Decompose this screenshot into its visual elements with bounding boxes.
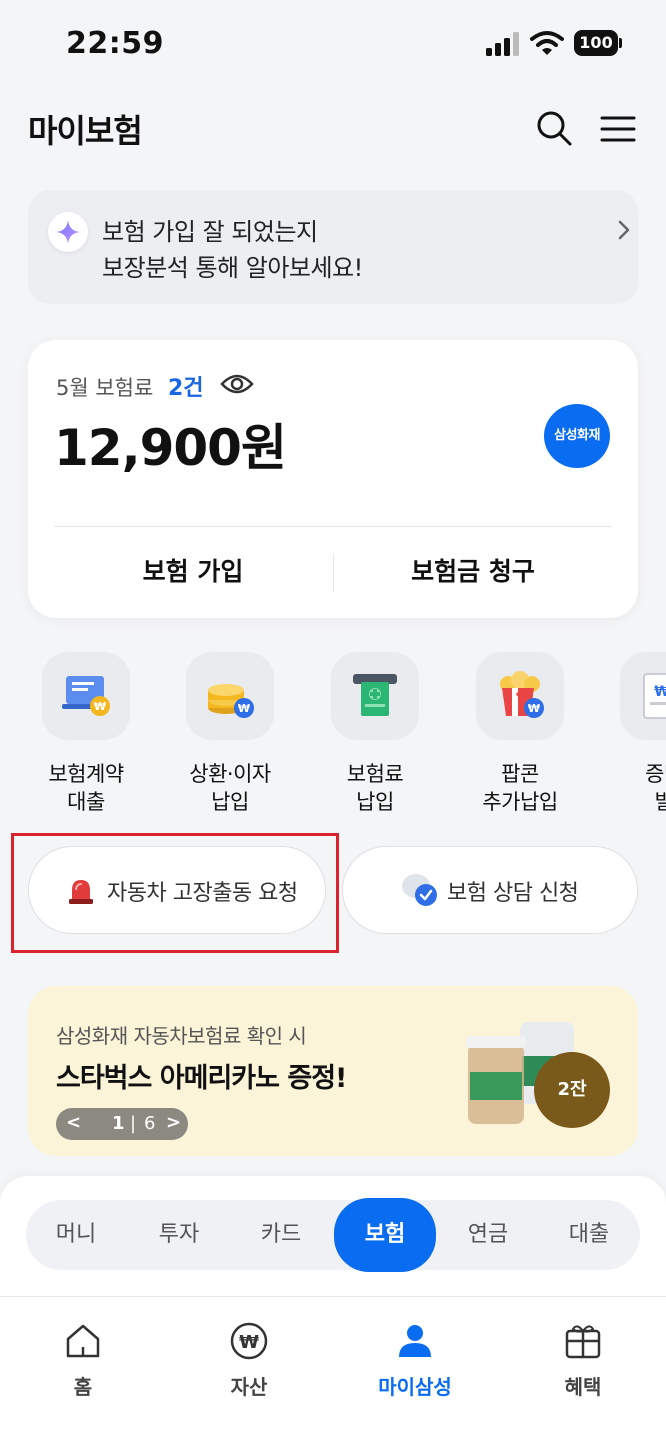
nav-my-samsung[interactable]: 마이삼성: [332, 1297, 498, 1440]
bottom-nav: 홈 ₩ 자산 마이삼성 혜택: [0, 1296, 666, 1440]
nav-assets[interactable]: ₩ 자산: [166, 1297, 332, 1440]
status-bar: 22:59 100: [0, 0, 666, 90]
quick-menu-label: 상환·이자: [189, 762, 271, 786]
app-header: 마이보험: [0, 90, 666, 170]
signal-icon: [486, 32, 519, 56]
month-premium-label: 5월 보험료: [56, 376, 154, 400]
banner-line-1: 보험 가입 잘 되었는지: [102, 218, 318, 246]
category-segmented-control: 머니 투자 카드 보험 연금 대출: [26, 1198, 640, 1272]
promo-subtitle: 삼성화재 자동차보험료 확인 시: [56, 1024, 307, 1048]
quick-menu: ₩ 보험계약 대출 ₩ 상환·이자 납입 보험료 납입 ₩ 팝콘 추가납입 ₩ …: [0, 648, 666, 818]
segment-pension[interactable]: 연금: [438, 1200, 538, 1270]
battery-icon: 100: [574, 30, 622, 56]
coins-icon: ₩: [186, 652, 274, 740]
nav-label: 마이삼성: [378, 1375, 452, 1399]
laptop-document-icon: ₩: [42, 652, 130, 740]
page-title: 마이보험: [28, 112, 143, 150]
segment-insurance[interactable]: 보험: [334, 1198, 436, 1272]
quick-menu-label: 납입: [211, 790, 249, 814]
banner-line-2: 보장분석 통해 알아보세요!: [102, 254, 363, 282]
premium-amount: 12,900원: [54, 419, 287, 477]
wifi-icon: [530, 31, 564, 55]
contract-count[interactable]: 2건: [168, 370, 204, 402]
join-insurance-button[interactable]: 보험 가입: [54, 540, 332, 604]
eye-icon[interactable]: [220, 372, 254, 396]
promo-title: 스타벅스 아메리카노 증정!: [56, 1063, 347, 1094]
pager-prev-icon[interactable]: <: [66, 1112, 81, 1133]
chat-check-icon: [402, 874, 437, 906]
coverage-analysis-banner[interactable]: 보험 가입 잘 되었는지 보장분석 통해 알아보세요!: [28, 190, 638, 304]
nav-label: 자산: [230, 1375, 268, 1399]
svg-text:₩: ₩: [238, 702, 250, 715]
search-icon[interactable]: [534, 108, 574, 148]
quick-menu-label: 보험료: [346, 762, 404, 786]
premium-card: 5월 보험료 2건 12,900원 삼성화재 보험 가입 보험금 청구: [28, 340, 638, 618]
svg-text:₩: ₩: [654, 684, 666, 700]
quick-menu-label: 납입: [356, 790, 394, 814]
popcorn-icon: ₩: [476, 652, 564, 740]
pager-next-icon[interactable]: >: [166, 1112, 181, 1133]
pager-total: 6: [144, 1113, 156, 1134]
pager-current: 1: [112, 1113, 125, 1134]
segment-invest[interactable]: 투자: [128, 1200, 230, 1270]
claim-button[interactable]: 보험금 청구: [334, 540, 612, 604]
nav-home[interactable]: 홈: [0, 1297, 166, 1440]
svg-text:₩: ₩: [94, 700, 106, 713]
quick-menu-label: 대출: [67, 790, 105, 814]
promo-banner[interactable]: 삼성화재 자동차보험료 확인 시 스타벅스 아메리카노 증정! < 1 | 6 …: [28, 986, 638, 1156]
segment-card[interactable]: 카드: [230, 1200, 332, 1270]
atm-cash-icon: [331, 652, 419, 740]
pager-separator: |: [130, 1113, 137, 1134]
promo-pager: < 1 | 6 >: [56, 1108, 188, 1140]
quick-menu-label: 보험계약: [48, 762, 124, 786]
segment-money[interactable]: 머니: [26, 1200, 126, 1270]
chevron-right-icon: [618, 220, 630, 240]
quick-menu-item-premium-payment[interactable]: 보험료 납입: [315, 648, 435, 818]
tab-panel: 머니 투자 카드 보험 연금 대출 홈 ₩ 자산 마이삼성 혜택: [0, 1176, 666, 1440]
quick-menu-item-popcorn[interactable]: ₩ 팝콘 추가납입: [460, 648, 580, 818]
won-circle-icon: ₩: [230, 1322, 268, 1360]
insurance-consult-label: 보험 상담 신청: [447, 881, 579, 906]
highlight-box: [11, 833, 339, 953]
quick-menu-item-repayment[interactable]: ₩ 상환·이자 납입: [170, 648, 290, 818]
quick-menu-label: 추가납입: [482, 790, 558, 814]
segment-loan[interactable]: 대출: [538, 1200, 640, 1270]
nav-label: 혜택: [564, 1375, 602, 1399]
insurer-badge: 삼성화재: [544, 404, 610, 468]
divider: [54, 526, 612, 527]
status-time: 22:59: [66, 26, 164, 61]
svg-text:₩: ₩: [528, 702, 540, 715]
insurance-consult-button[interactable]: 보험 상담 신청: [342, 846, 638, 934]
quick-menu-label: 발: [654, 790, 666, 814]
promo-badge: 2잔: [534, 1052, 610, 1128]
nav-label: 홈: [73, 1375, 93, 1399]
quick-menu-item-loan[interactable]: ₩ 보험계약 대출: [26, 648, 146, 818]
svg-text:₩: ₩: [239, 1332, 259, 1353]
battery-level: 100: [574, 30, 618, 56]
quick-menu-label: 팝콘: [501, 762, 539, 786]
certificate-icon: ₩: [620, 652, 666, 740]
quick-menu-label: 증명: [645, 762, 666, 786]
gift-icon: [565, 1325, 601, 1359]
menu-icon[interactable]: [598, 112, 638, 146]
quick-menu-item-certificate[interactable]: ₩ 증명 발: [604, 648, 666, 818]
nav-benefits[interactable]: 혜택: [500, 1297, 666, 1440]
home-icon: [66, 1324, 100, 1358]
sparkle-icon: [48, 212, 88, 252]
user-icon: [399, 1325, 431, 1357]
